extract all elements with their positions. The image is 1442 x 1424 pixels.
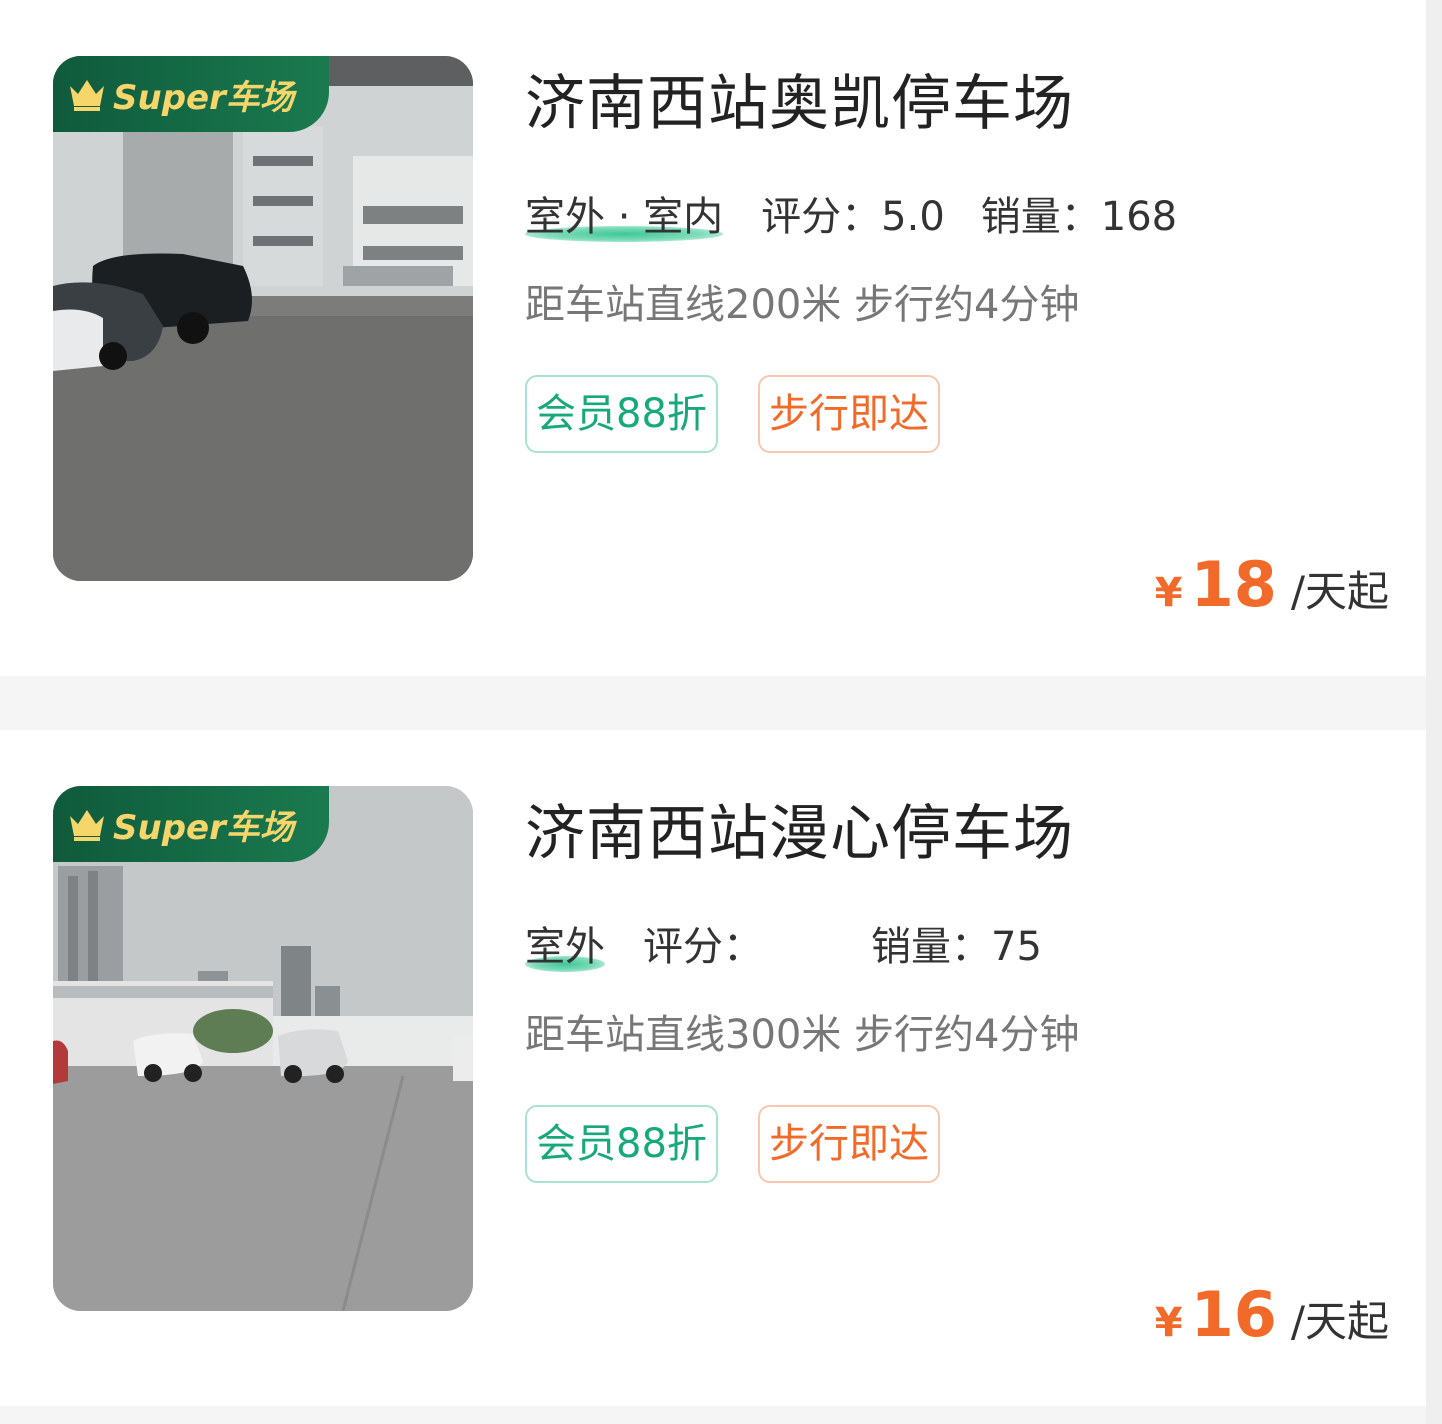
crown-icon [70, 810, 104, 841]
parking-lot-list: Super车场 济南西站奥凯停车场 室外 · 室内 评分： 5.0 销量： 16… [0, 0, 1442, 1424]
lot-title[interactable]: 济南西站奥凯停车场 [525, 66, 1074, 142]
lot-info-row: 室外 · 室内 评分： 5.0 销量： 168 [525, 190, 1177, 244]
price: ¥ 16 /天起 [1155, 1278, 1389, 1351]
distance-info: 距车站直线300米 步行约4分钟 [525, 1012, 1080, 1058]
price-unit: /天起 [1290, 1297, 1389, 1346]
price-unit: /天起 [1290, 567, 1389, 616]
rating-label: 评分： [643, 924, 763, 970]
sales-value: 75 [991, 924, 1042, 970]
open-parking-photo [53, 786, 473, 1311]
sales-label: 销量： [980, 194, 1101, 240]
currency-symbol: ¥ [1154, 570, 1183, 616]
sales-value: 168 [1100, 194, 1178, 240]
parking-lot-photo[interactable]: Super车场 [53, 786, 473, 1311]
crown-icon [70, 80, 104, 111]
price-amount: 18 [1190, 548, 1277, 621]
price-amount: 16 [1190, 1278, 1277, 1351]
rating-label: 评分： [761, 194, 882, 240]
currency-symbol: ¥ [1154, 1300, 1183, 1346]
environment-type: 室外 [525, 924, 605, 972]
sales-label: 销量： [871, 924, 991, 970]
parking-lot-card[interactable]: Super车场 济南西站奥凯停车场 室外 · 室内 评分： 5.0 销量： 16… [0, 0, 1426, 676]
super-lot-badge: Super车场 [53, 786, 329, 862]
parking-garage-photo [53, 56, 473, 581]
rating-value: 5.0 [881, 194, 945, 240]
walk-access-tag: 步行即达 [758, 1105, 940, 1183]
member-discount-tag: 会员88折 [525, 1105, 718, 1183]
scrollbar-track[interactable] [1426, 0, 1442, 1424]
distance-info: 距车站直线200米 步行约4分钟 [525, 282, 1080, 328]
walk-access-tag: 步行即达 [758, 375, 940, 453]
parking-lot-photo[interactable]: Super车场 [53, 56, 473, 581]
super-lot-badge: Super车场 [53, 56, 329, 132]
parking-lot-card[interactable]: Super车场 济南西站漫心停车场 室外 评分： 销量： 75 距车站直线300… [0, 730, 1426, 1406]
badge-label: Super车场 [113, 77, 294, 118]
member-discount-tag: 会员88折 [525, 375, 718, 453]
lot-info-row: 室外 评分： 销量： 75 [525, 920, 1042, 974]
lot-title[interactable]: 济南西站漫心停车场 [525, 796, 1074, 872]
rating-value [763, 920, 835, 974]
badge-label: Super车场 [113, 807, 294, 848]
price: ¥ 18 /天起 [1155, 548, 1389, 621]
environment-type: 室外 · 室内 [525, 194, 724, 242]
